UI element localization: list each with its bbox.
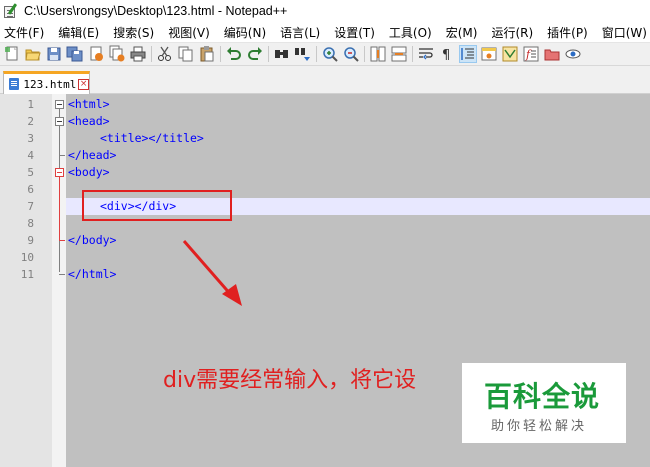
indent-guide-icon[interactable] [459,45,477,63]
undo-icon[interactable] [225,45,243,63]
find-icon[interactable] [273,45,291,63]
zoom-in-icon[interactable] [321,45,339,63]
redo-icon[interactable] [246,45,264,63]
code-line: 10 [0,249,650,266]
code-text: <body> [68,165,110,179]
notepadpp-icon [3,3,19,19]
tab-label: 123.html [23,77,77,91]
code-text: <title></title> [100,131,204,145]
menu-run[interactable]: 运行(R) [491,24,533,41]
monitoring-icon[interactable] [564,45,582,63]
paste-icon[interactable] [198,45,216,63]
line-number: 2 [27,115,34,128]
menu-settings[interactable]: 设置(T) [334,24,375,41]
menu-language[interactable]: 语言(L) [280,24,320,41]
menu-view[interactable]: 视图(V) [168,24,210,41]
user-lang-icon[interactable] [480,45,498,63]
code-line: 2 <head> [0,113,650,130]
svg-text:¶: ¶ [442,48,450,63]
open-file-icon[interactable] [24,45,42,63]
line-number: 9 [27,234,34,247]
watermark: 百科全说 助你轻松解决 [462,363,626,443]
code-line: 11 </html> [0,266,650,283]
line-number: 11 [20,268,34,281]
save-icon[interactable] [45,45,63,63]
line-number: 1 [27,98,34,111]
code-text: <html> [68,97,110,111]
title-bar: C:\Users\rongsy\Desktop\123.html - Notep… [0,0,650,22]
close-all-icon[interactable] [108,45,126,63]
menu-tools[interactable]: 工具(O) [389,24,432,41]
line-number: 7 [27,200,34,213]
annotation-caption: div需要经常输入，将它设 [163,368,417,393]
code-text: </html> [68,267,117,281]
menu-encoding[interactable]: 编码(N) [224,24,266,41]
code-line: 5 <body> [0,164,650,181]
zoom-out-icon[interactable] [342,45,360,63]
toolbar-separator [364,46,365,62]
toolbar: ¶ f [0,42,650,66]
sync-vertical-icon[interactable] [369,45,387,63]
code-text: </head> [68,148,117,162]
menu-plugins[interactable]: 插件(P) [547,24,588,41]
document-icon [7,77,20,91]
save-all-icon[interactable] [66,45,84,63]
window-title: C:\Users\rongsy\Desktop\123.html - Notep… [24,4,288,18]
red-arrow-icon [182,240,242,306]
code-text: </body> [68,233,117,247]
folder-workspace-icon[interactable] [543,45,561,63]
line-number: 3 [27,132,34,145]
function-list-icon[interactable]: f [522,45,540,63]
toolbar-separator [268,46,269,62]
menu-search[interactable]: 搜索(S) [113,24,154,41]
menu-edit[interactable]: 编辑(E) [58,24,99,41]
tab-bar: 123.html × [0,66,650,94]
line-number: 8 [27,217,34,230]
tab-close-icon[interactable]: × [78,78,89,90]
menu-bar: 文件(F) 编辑(E) 搜索(S) 视图(V) 编码(N) 语言(L) 设置(T… [0,22,650,42]
line-number: 5 [27,166,34,179]
sync-horizontal-icon[interactable] [390,45,408,63]
watermark-subtitle: 助你轻松解决 [491,419,588,434]
doc-map-icon[interactable] [501,45,519,63]
watermark-title: 百科全说 [484,380,601,413]
word-wrap-icon[interactable] [417,45,435,63]
line-number: 6 [27,183,34,196]
new-file-icon[interactable] [3,45,21,63]
show-all-chars-icon[interactable]: ¶ [438,45,456,63]
cut-icon[interactable] [156,45,174,63]
menu-file[interactable]: 文件(F) [4,24,44,41]
line-number: 10 [20,251,34,264]
tab-123-html[interactable]: 123.html × [3,71,90,94]
replace-icon[interactable] [294,45,312,63]
code-line: 3 <title></title> [0,130,650,147]
print-icon[interactable] [129,45,147,63]
line-number: 4 [27,149,34,162]
code-text: <head> [68,114,110,128]
toolbar-separator [220,46,221,62]
close-icon[interactable] [87,45,105,63]
code-line: 9 </body> [0,232,650,249]
menu-window[interactable]: 窗口(W) [602,24,647,41]
copy-icon[interactable] [177,45,195,63]
code-line: 4 </head> [0,147,650,164]
toolbar-separator [412,46,413,62]
menu-macro[interactable]: 宏(M) [446,24,478,41]
toolbar-separator [151,46,152,62]
code-line: 1 <html> [0,96,650,113]
toolbar-separator [316,46,317,62]
highlight-box [82,190,232,221]
